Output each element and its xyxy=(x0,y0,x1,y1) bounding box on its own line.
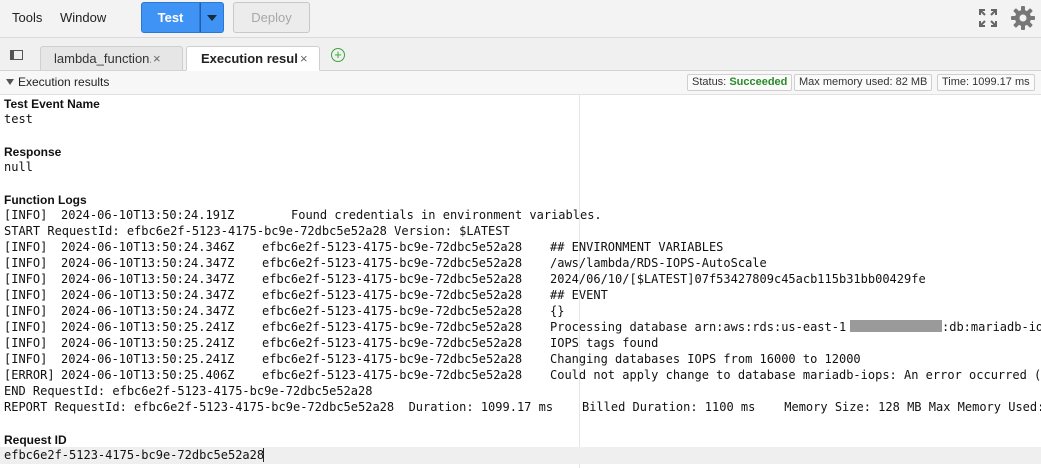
log-level: [INFO] xyxy=(4,256,48,270)
log-level: [INFO] xyxy=(4,272,48,286)
log-level: [INFO] xyxy=(4,240,48,254)
log-msg: {} xyxy=(550,304,565,318)
log-rid: efbc6e2f-5123-4175-bc9e-72dbc5e52a28 xyxy=(262,240,523,254)
time-badge: Time: 1099.17 ms xyxy=(937,74,1035,91)
editor-tab-bar: lambda_function. × Execution results × + xyxy=(0,38,1041,71)
log-level: [ERROR] xyxy=(4,368,55,382)
log-rid: efbc6e2f-5123-4175-bc9e-72dbc5e52a28 xyxy=(262,368,523,382)
log-msg: ## EVENT xyxy=(550,288,608,302)
test-event-name-value: test xyxy=(4,112,33,126)
panel-toggle-icon[interactable] xyxy=(10,50,23,60)
log-ts: 2024-06-10T13:50:24.347Z xyxy=(61,272,235,286)
response-value: null xyxy=(4,160,33,174)
log-ts: 2024-06-10T13:50:25.241Z xyxy=(61,336,235,350)
log-end-line: END RequestId: efbc6e2f-5123-4175-bc9e-7… xyxy=(4,384,373,398)
results-title: Execution results xyxy=(18,75,110,89)
log-rid: efbc6e2f-5123-4175-bc9e-72dbc5e52a28 xyxy=(262,352,523,366)
log-msg: ## ENVIRONMENT VARIABLES xyxy=(550,240,724,254)
log-ts: 2024-06-10T13:50:24.346Z xyxy=(61,240,235,254)
log-level: [INFO] xyxy=(4,304,48,318)
status-value: Succeeded xyxy=(729,76,788,88)
status-label: Status: xyxy=(692,76,727,88)
log-ts: 2024-06-10T13:50:25.241Z xyxy=(61,320,235,334)
close-icon[interactable]: × xyxy=(300,47,308,71)
log-msg: Changing databases IOPS from 16000 to 12… xyxy=(550,352,861,366)
redacted-block xyxy=(850,320,942,332)
log-rid: efbc6e2f-5123-4175-bc9e-72dbc5e52a28 xyxy=(262,304,523,318)
status-badge: Status: Succeeded xyxy=(687,74,793,91)
log-rid: efbc6e2f-5123-4175-bc9e-72dbc5e52a28 xyxy=(262,272,523,286)
log-ts: 2024-06-10T13:50:24.347Z xyxy=(61,256,235,270)
tab-execution-results[interactable]: Execution results × xyxy=(186,46,320,71)
log-level: [INFO] xyxy=(4,288,48,302)
log-msg: 2024/06/10/[$LATEST]07f53427809c45acb115… xyxy=(550,272,926,286)
add-tab-icon[interactable]: + xyxy=(331,48,345,62)
collapse-triangle-icon[interactable] xyxy=(6,79,14,85)
test-button[interactable]: Test xyxy=(141,2,200,33)
chevron-down-icon xyxy=(207,15,217,21)
request-id-value[interactable]: efbc6e2f-5123-4175-bc9e-72dbc5e52a28 xyxy=(4,448,264,462)
execution-results-content: Test Event Name test Response null Funct… xyxy=(0,95,1041,468)
log-level: [INFO] xyxy=(4,336,48,350)
execution-results-header[interactable]: Execution results Status: Succeeded Max … xyxy=(0,71,1041,95)
function-logs-title: Function Logs xyxy=(4,193,87,207)
test-event-name-title: Test Event Name xyxy=(4,97,100,111)
deploy-button[interactable]: Deploy xyxy=(233,2,310,33)
log-rid: efbc6e2f-5123-4175-bc9e-72dbc5e52a28 xyxy=(262,256,523,270)
log-ts: 2024-06-10T13:50:24.347Z xyxy=(61,304,235,318)
log-msg: IOPS tags found xyxy=(550,336,659,350)
log-level: [INFO] xyxy=(4,320,48,334)
log-rid: efbc6e2f-5123-4175-bc9e-72dbc5e52a28 xyxy=(262,320,523,334)
log-msg: /aws/lambda/RDS-IOPS-AutoScale xyxy=(550,256,767,270)
tab-label: lambda_function. xyxy=(54,51,151,66)
menu-tools[interactable]: Tools xyxy=(12,10,42,25)
log-msg: Could not apply change to database maria… xyxy=(550,368,1041,382)
tab-label: Execution results xyxy=(201,51,298,66)
fullscreen-icon[interactable] xyxy=(979,9,997,27)
log-report-line: REPORT RequestId: efbc6e2f-5123-4175-bc9… xyxy=(4,400,1041,414)
response-title: Response xyxy=(4,145,62,159)
log-line: [INFO] 2024-06-10T13:50:24.191Z Found cr… xyxy=(4,208,602,222)
test-dropdown-button[interactable] xyxy=(200,2,224,33)
log-rid: efbc6e2f-5123-4175-bc9e-72dbc5e52a28 xyxy=(262,288,523,302)
gear-icon[interactable] xyxy=(1010,5,1036,31)
close-icon[interactable]: × xyxy=(153,47,161,71)
log-level: [INFO] xyxy=(4,352,48,366)
log-ts: 2024-06-10T13:50:25.406Z xyxy=(61,368,235,382)
tab-lambda-function[interactable]: lambda_function. × xyxy=(40,46,183,70)
memory-badge: Max memory used: 82 MB xyxy=(794,74,933,91)
log-msg-suffix: :db:mariadb-iops xyxy=(942,320,1041,334)
text-cursor xyxy=(263,448,264,462)
log-start-line: START RequestId: efbc6e2f-5123-4175-bc9e… xyxy=(4,224,510,238)
top-toolbar: Tools Window Test Deploy xyxy=(0,0,1041,38)
log-msg: Processing database arn:aws:rds:us-east-… xyxy=(550,320,847,334)
log-rid: efbc6e2f-5123-4175-bc9e-72dbc5e52a28 xyxy=(262,336,523,350)
menu-window[interactable]: Window xyxy=(60,10,106,25)
request-id-title: Request ID xyxy=(4,433,67,447)
log-ts: 2024-06-10T13:50:24.347Z xyxy=(61,288,235,302)
log-ts: 2024-06-10T13:50:25.241Z xyxy=(61,352,235,366)
